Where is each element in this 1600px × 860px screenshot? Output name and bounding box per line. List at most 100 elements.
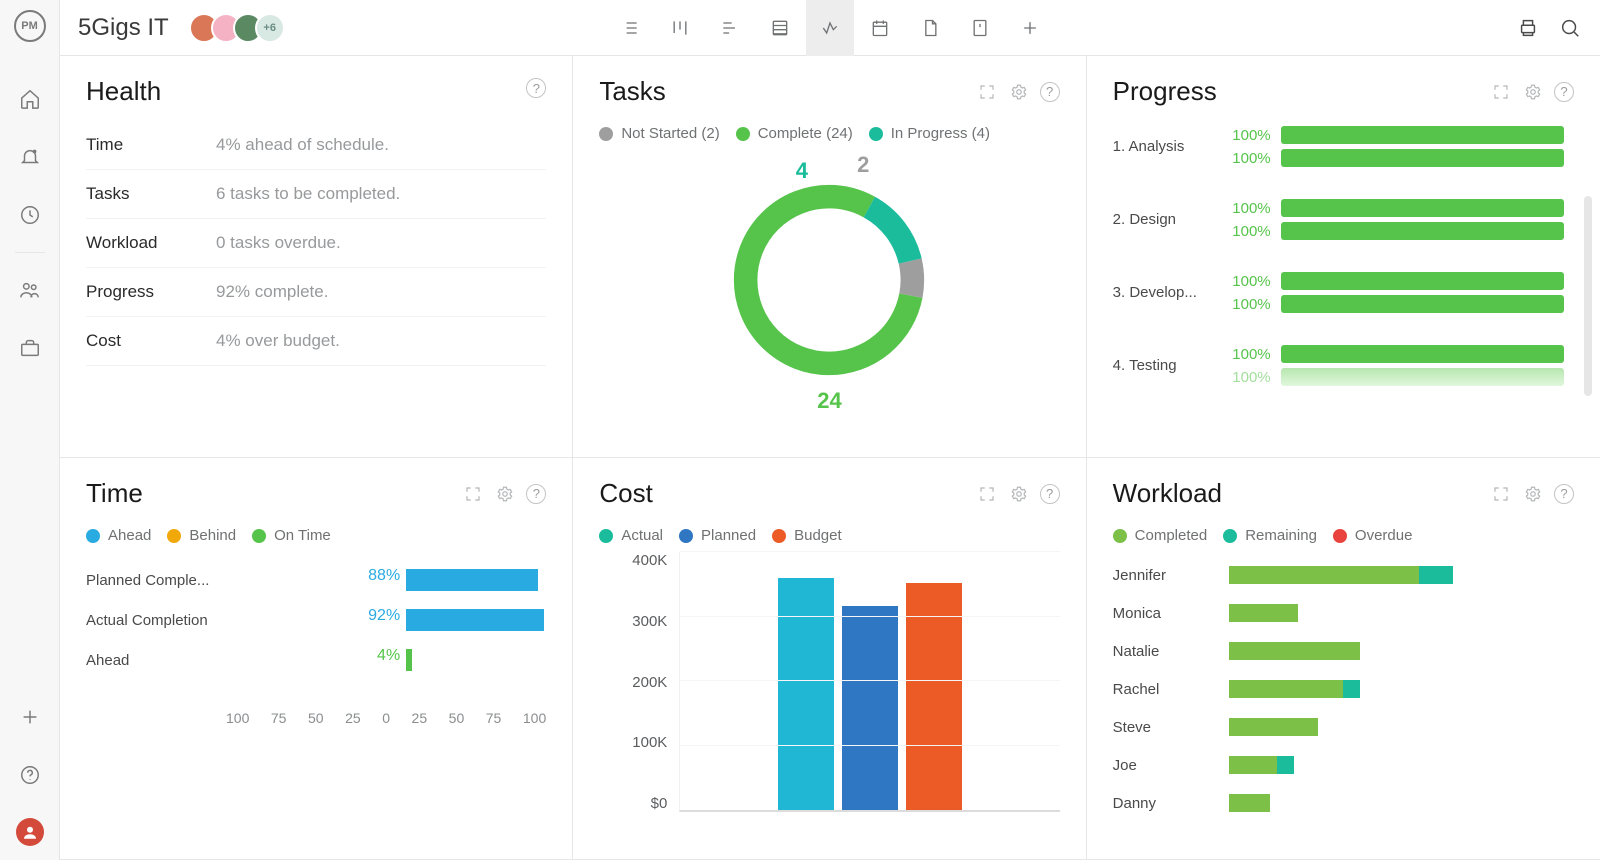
help-icon[interactable]: ? — [1040, 82, 1060, 102]
legend-swatch — [599, 529, 613, 543]
progress-pct: 100% — [1225, 296, 1271, 313]
avatar-more[interactable]: +6 — [255, 13, 285, 43]
help-icon[interactable] — [17, 762, 43, 788]
legend-item[interactable]: In Progress (4) — [869, 125, 990, 142]
legend-item[interactable]: Actual — [599, 527, 663, 544]
legend-swatch — [86, 529, 100, 543]
plus-icon[interactable] — [17, 704, 43, 730]
health-panel: Health ? Time 4% ahead of schedule. Task… — [60, 56, 573, 458]
bell-icon[interactable] — [17, 144, 43, 170]
view-calendar-icon[interactable] — [856, 0, 904, 56]
legend-item[interactable]: On Time — [252, 527, 331, 544]
workload-bar — [1229, 794, 1574, 812]
user-avatar[interactable] — [16, 818, 44, 846]
axis-tick: 200K — [632, 674, 667, 691]
legend-label: Remaining — [1245, 527, 1317, 544]
legend-item[interactable]: Completed — [1113, 527, 1208, 544]
legend-item[interactable]: Not Started (2) — [599, 125, 719, 142]
health-value: 6 tasks to be completed. — [216, 184, 400, 204]
gear-icon[interactable] — [1008, 81, 1030, 103]
legend-swatch — [1113, 529, 1127, 543]
legend-item[interactable]: Complete (24) — [736, 125, 853, 142]
time-row: Ahead 4% — [86, 640, 546, 680]
time-panel: Time ? Ahead Behind On Time Planned — [60, 458, 573, 860]
project-title[interactable]: 5Gigs IT — [78, 14, 169, 42]
project-members[interactable]: +6 — [189, 13, 285, 43]
donut-notstarted-label: 2 — [857, 152, 869, 178]
health-row: Workload 0 tasks overdue. — [86, 219, 546, 268]
expand-icon[interactable] — [976, 483, 998, 505]
progress-bar-row: 100% — [1225, 222, 1564, 240]
workload-row: Monica — [1113, 594, 1574, 632]
time-bar — [406, 609, 544, 631]
legend-swatch — [679, 529, 693, 543]
expand-icon[interactable] — [976, 81, 998, 103]
axis-tick: $0 — [651, 795, 668, 812]
expand-icon[interactable] — [1490, 81, 1512, 103]
view-board-icon[interactable] — [656, 0, 704, 56]
help-icon[interactable]: ? — [1554, 484, 1574, 504]
view-report-icon[interactable] — [956, 0, 1004, 56]
legend-swatch — [252, 529, 266, 543]
health-label: Progress — [86, 282, 216, 302]
view-gantt-icon[interactable] — [706, 0, 754, 56]
legend-item[interactable]: Overdue — [1333, 527, 1413, 544]
legend-item[interactable]: Budget — [772, 527, 842, 544]
workload-row: Rachel — [1113, 670, 1574, 708]
workload-bar — [1229, 756, 1574, 774]
legend-label: Completed — [1135, 527, 1208, 544]
health-value: 92% complete. — [216, 282, 328, 302]
progress-bar — [1281, 149, 1564, 167]
axis-tick: 0 — [382, 710, 390, 726]
print-icon[interactable] — [1516, 16, 1540, 40]
legend-item[interactable]: Ahead — [86, 527, 151, 544]
cost-bar-budget — [906, 583, 962, 810]
scrollbar[interactable] — [1584, 196, 1592, 396]
workload-row: Danny — [1113, 784, 1574, 822]
search-icon[interactable] — [1558, 16, 1582, 40]
progress-phase-name: 4. Testing — [1113, 357, 1213, 374]
clock-icon[interactable] — [17, 202, 43, 228]
expand-icon[interactable] — [1490, 483, 1512, 505]
help-icon[interactable]: ? — [526, 484, 546, 504]
people-icon[interactable] — [17, 277, 43, 303]
view-add-icon[interactable] — [1006, 0, 1054, 56]
gear-icon[interactable] — [1522, 483, 1544, 505]
tasks-donut-chart — [719, 170, 939, 390]
briefcase-icon[interactable] — [17, 335, 43, 361]
gear-icon[interactable] — [494, 483, 516, 505]
workload-panel: Workload ? Completed Remaining Overdue — [1087, 458, 1600, 860]
view-file-icon[interactable] — [906, 0, 954, 56]
workload-bar — [1229, 566, 1574, 584]
gear-icon[interactable] — [1522, 81, 1544, 103]
view-sheet-icon[interactable] — [756, 0, 804, 56]
view-dashboard-icon[interactable] — [806, 0, 854, 56]
time-row-pct: 92% — [368, 607, 400, 625]
health-label: Workload — [86, 233, 216, 253]
home-icon[interactable] — [17, 86, 43, 112]
legend-item[interactable]: Remaining — [1223, 527, 1317, 544]
progress-phase-name: 2. Design — [1113, 211, 1213, 228]
help-icon[interactable]: ? — [1040, 484, 1060, 504]
gear-icon[interactable] — [1008, 483, 1030, 505]
legend-item[interactable]: Planned — [679, 527, 756, 544]
cost-bar-chart — [679, 552, 1059, 812]
legend-label: In Progress (4) — [891, 125, 990, 142]
time-bar — [406, 569, 538, 591]
legend-item[interactable]: Behind — [167, 527, 236, 544]
progress-pct: 100% — [1225, 273, 1271, 290]
progress-phase-name: 3. Develop... — [1113, 284, 1213, 301]
progress-bar-row: 100% — [1225, 126, 1564, 144]
time-row-pct: 4% — [377, 647, 400, 665]
time-row-label: Actual Completion — [86, 612, 266, 629]
workload-bar — [1229, 604, 1574, 622]
progress-pct: 100% — [1225, 369, 1271, 386]
legend-label: Overdue — [1355, 527, 1413, 544]
view-list-icon[interactable] — [606, 0, 654, 56]
expand-icon[interactable] — [462, 483, 484, 505]
help-icon[interactable]: ? — [1554, 82, 1574, 102]
legend-label: Actual — [621, 527, 663, 544]
app-logo[interactable]: PM — [14, 10, 46, 42]
time-bar — [406, 649, 412, 671]
time-row: Actual Completion 92% — [86, 600, 546, 640]
